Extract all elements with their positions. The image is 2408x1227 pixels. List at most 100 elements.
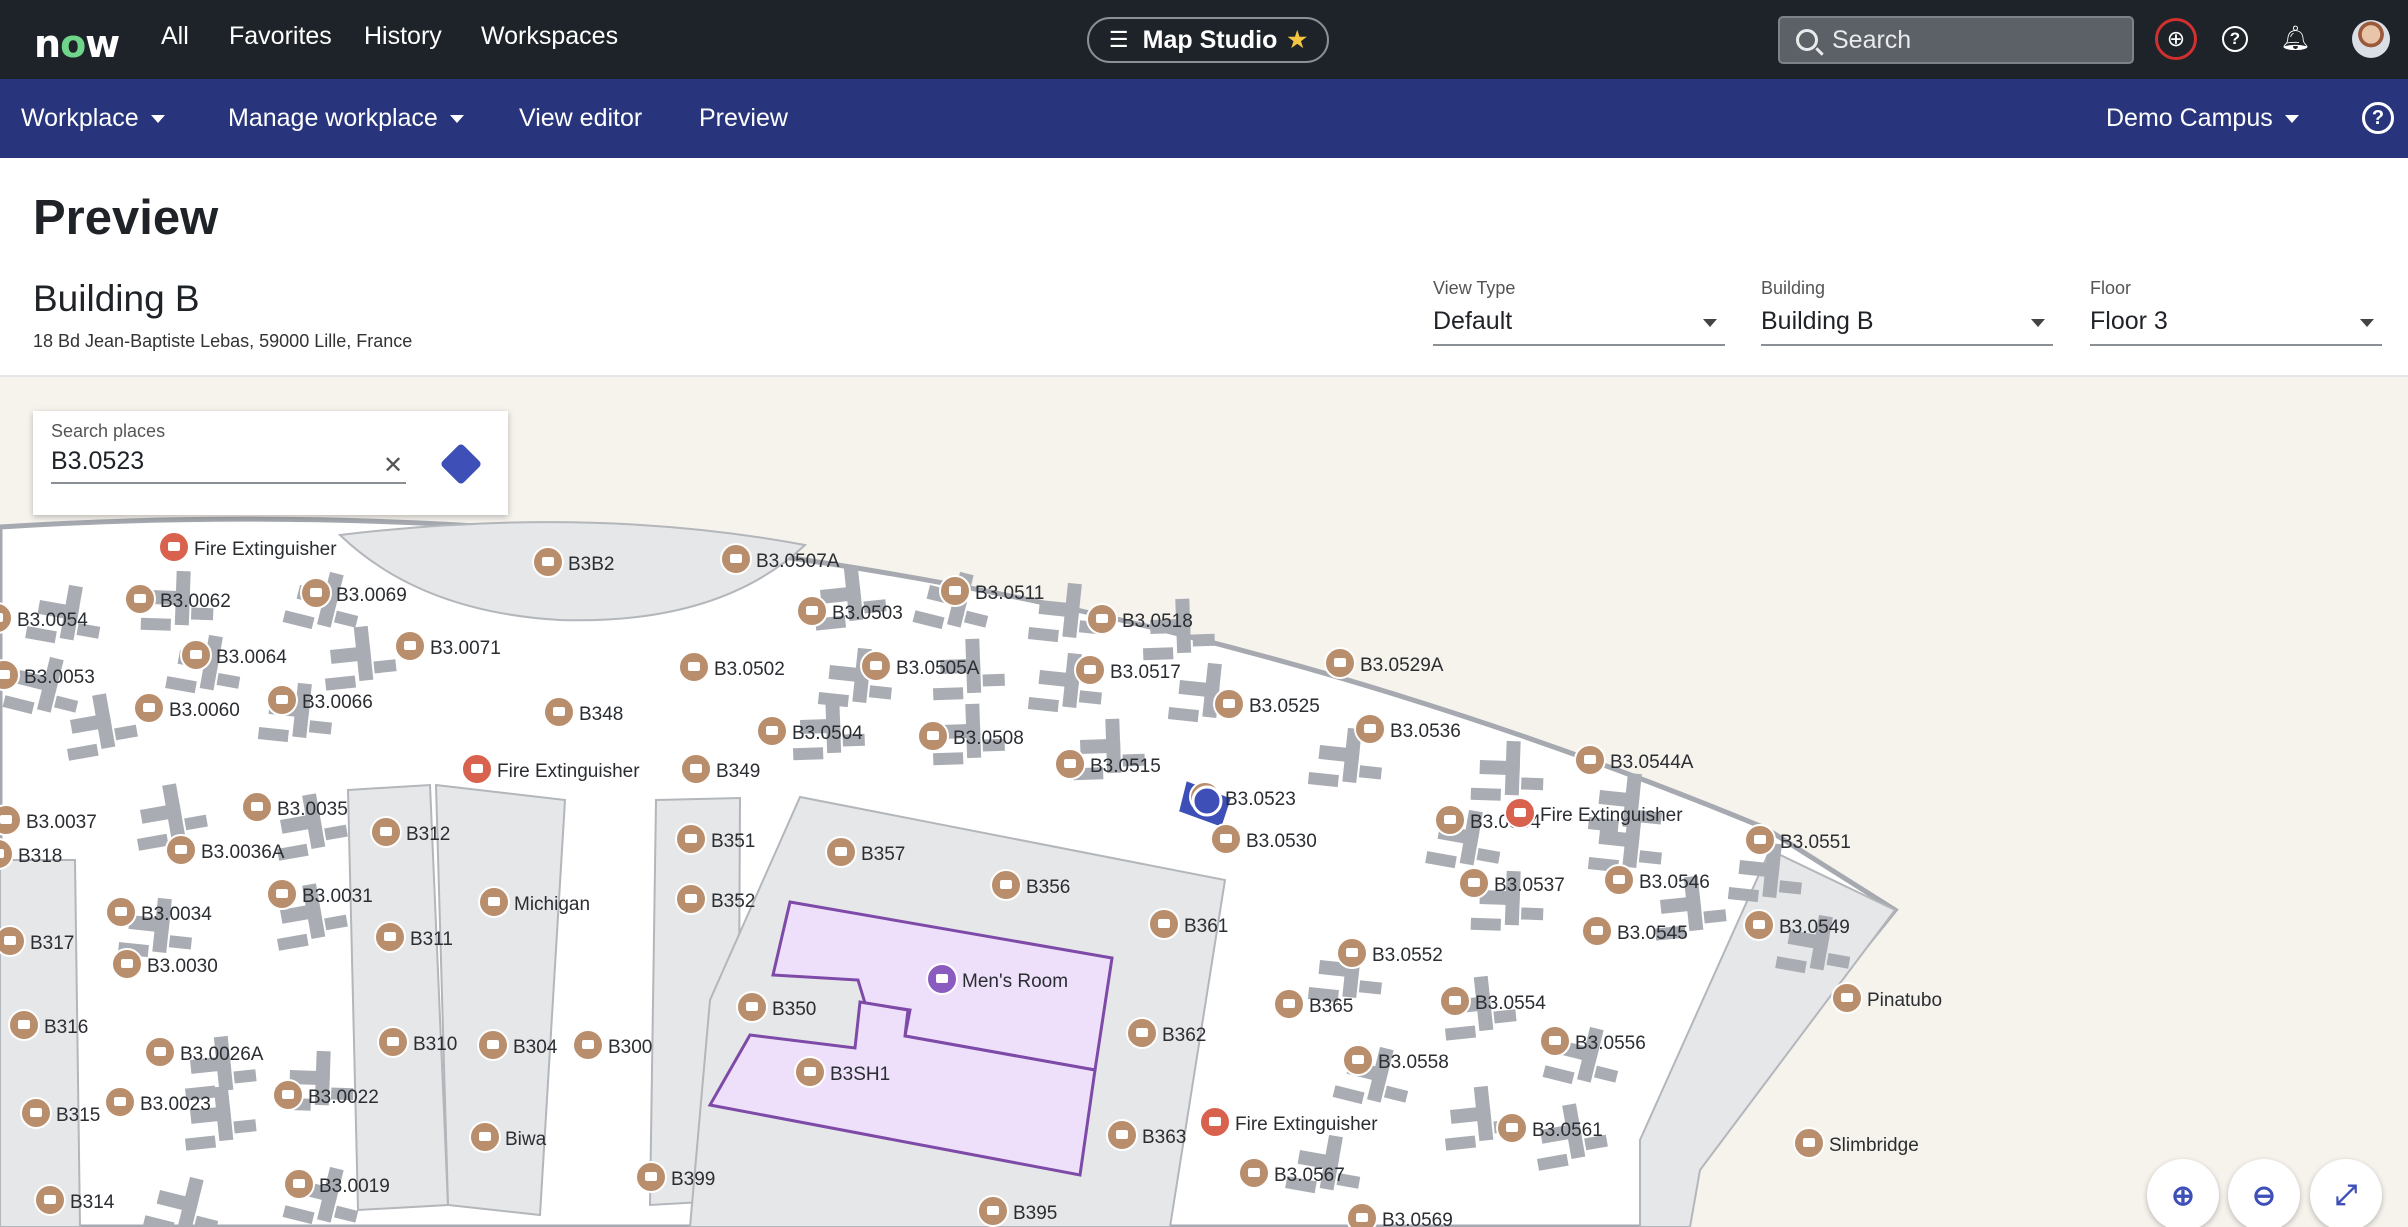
place-label: B3.0054 (17, 610, 88, 631)
favorite-star-icon[interactable]: ★ (1287, 27, 1307, 53)
icon-glyph (949, 586, 961, 595)
icon-glyph (190, 650, 202, 659)
desk-shape (1703, 909, 1727, 924)
global-search-input[interactable]: Search (1778, 16, 2134, 64)
place-marker[interactable]: Pinatubo (1831, 982, 1942, 1014)
icon-glyph (154, 1047, 166, 1056)
place-marker[interactable]: B3.0511 (939, 575, 1044, 607)
place-label: B310 (413, 1034, 457, 1055)
icon-glyph (1334, 658, 1346, 667)
bell-icon[interactable]: 🔔︎ (2280, 24, 2310, 53)
place-label: B3.0511 (975, 583, 1044, 604)
app-title-pill[interactable]: ☰ Map Studio ★ (1087, 17, 1329, 63)
icon-glyph (479, 1132, 491, 1141)
fullscreen-button[interactable]: ⤢ (2310, 1159, 2382, 1227)
nav-history[interactable]: History (364, 22, 442, 51)
zoom-in-button[interactable]: ⊕ (2147, 1159, 2219, 1227)
place-label: B3.0523 (1225, 789, 1296, 810)
place-label: B3.0053 (24, 667, 95, 688)
zoom-out-button[interactable]: ⊖ (2228, 1159, 2300, 1227)
icon-glyph (18, 1020, 30, 1029)
place-label: B3.0546 (1639, 872, 1710, 893)
icon-glyph (115, 907, 127, 916)
icon-glyph (30, 1108, 42, 1117)
desk-shape (1778, 880, 1802, 895)
chevron-down-icon (449, 115, 464, 124)
place-label: B3.0036A (201, 842, 285, 863)
subnav-view-editor[interactable]: View editor (519, 104, 642, 133)
building-select[interactable]: Building Building B (1761, 278, 2053, 346)
place-label: B3.0567 (1274, 1165, 1345, 1186)
place-label: B3.0569 (1382, 1210, 1453, 1227)
view-type-value[interactable]: Default (1433, 307, 1725, 346)
nav-all[interactable]: All (161, 22, 189, 51)
nav-favorites[interactable]: Favorites (229, 22, 332, 51)
floor-value[interactable]: Floor 3 (2090, 307, 2382, 346)
place-label: Fire Extinguisher (1540, 805, 1683, 826)
selected-check-icon (1191, 785, 1223, 817)
icon-glyph (645, 1172, 657, 1181)
place-marker[interactable]: B3.0544A (1574, 744, 1694, 776)
place-label: Fire Extinguisher (1235, 1114, 1378, 1135)
place-label: B3.0530 (1246, 831, 1317, 852)
user-avatar[interactable] (2352, 20, 2390, 58)
place-label: B356 (1026, 877, 1070, 898)
chevron-down-icon (2284, 115, 2299, 124)
place-label: B312 (406, 824, 450, 845)
servicenow-logo[interactable]: now (34, 22, 120, 66)
place-label: B3.0544A (1610, 752, 1694, 773)
place-marker[interactable]: Slimbridge (1793, 1127, 1919, 1159)
icon-glyph (175, 845, 187, 854)
map-search-input[interactable]: B3.0523 (51, 447, 406, 484)
place-label: B3.0071 (430, 638, 501, 659)
desk-shape (1078, 690, 1102, 705)
subnav-help-icon[interactable]: ? (2362, 102, 2394, 134)
icon-glyph (387, 1037, 399, 1046)
place-marker[interactable]: B3.0551 (1744, 824, 1851, 856)
place-label: B3.0064 (216, 647, 287, 668)
icon-glyph (4, 936, 16, 945)
icon-glyph (1209, 1117, 1221, 1126)
place-label: B3.0022 (308, 1087, 379, 1108)
icon-glyph (688, 662, 700, 671)
icon-glyph (114, 1097, 126, 1106)
top-navigation-bar: now All Favorites History Workspaces ☰ M… (0, 0, 2408, 79)
icon-glyph (1449, 996, 1461, 1005)
place-label: B3.0545 (1617, 923, 1688, 944)
campus-selector[interactable]: Demo Campus (2106, 104, 2299, 133)
building-address: 18 Bd Jean-Baptiste Lebas, 59000 Lille, … (33, 331, 413, 351)
icon-glyph (1136, 1028, 1148, 1037)
icon-glyph (806, 606, 818, 615)
view-type-select[interactable]: View Type Default (1433, 278, 1725, 346)
icon-glyph (121, 959, 133, 968)
subnav-manage-workplace[interactable]: Manage workplace (228, 104, 464, 133)
subnav-preview[interactable]: Preview (699, 104, 788, 133)
directions-icon[interactable] (439, 442, 483, 486)
place-label: B3.0030 (147, 956, 218, 977)
nav-workspaces[interactable]: Workspaces (481, 22, 618, 51)
place-label: B3.0069 (336, 585, 407, 606)
clear-icon[interactable]: ✕ (383, 451, 403, 480)
icon-glyph (0, 815, 12, 824)
place-label: B318 (18, 846, 62, 867)
globe-icon[interactable]: ⊕ (2155, 18, 2197, 60)
help-icon[interactable]: ? (2222, 26, 2248, 52)
icon-glyph (1220, 834, 1232, 843)
building-value[interactable]: Building B (1761, 307, 2053, 346)
icon-glyph (1000, 880, 1012, 889)
place-label: B3.0536 (1390, 721, 1461, 742)
icon-glyph (134, 594, 146, 603)
desk-shape (308, 720, 332, 735)
icon-glyph (276, 889, 288, 898)
icon-glyph (582, 1040, 594, 1049)
place-label: B3.0503 (832, 603, 903, 624)
subnav-workplace[interactable]: Workplace (21, 104, 165, 133)
desk-shape (1192, 633, 1215, 647)
place-marker[interactable]: B3.0529A (1324, 647, 1444, 679)
search-placeholder: Search (1832, 25, 1912, 54)
place-label: Slimbridge (1829, 1135, 1919, 1156)
building-title: Building B (33, 278, 200, 319)
desk-shape (982, 673, 1005, 687)
floor-select[interactable]: Floor Floor 3 (2090, 278, 2382, 346)
icon-glyph (471, 764, 483, 773)
